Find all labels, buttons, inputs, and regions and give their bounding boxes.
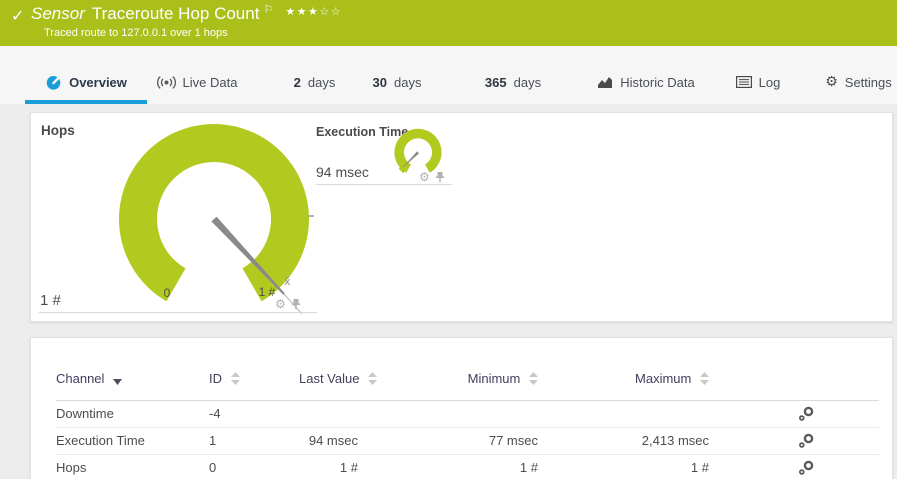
channel-last-value: 94 msec: [299, 427, 370, 455]
hops-gauge-title: Hops: [41, 123, 75, 138]
table-row: Downtime -4: [56, 400, 879, 428]
channel-last-value: 1 #: [299, 454, 370, 479]
tab-live-data[interactable]: Live Data: [147, 60, 247, 104]
execution-time-current-value: 94 msec: [316, 164, 369, 180]
channel-id: -4: [209, 400, 299, 428]
channel-gear-icon[interactable]: ⚙: [275, 298, 286, 310]
sort-icon: [529, 372, 538, 386]
hops-current-value: 1 #: [40, 292, 61, 309]
tab-historic-data[interactable]: Historic Data: [592, 60, 700, 104]
column-header-id[interactable]: ID: [209, 358, 299, 401]
channel-maximum: 2,413 msec: [550, 427, 721, 455]
channel-gear-icon[interactable]: ⚙: [419, 171, 430, 183]
pin-icon[interactable]: [291, 298, 301, 310]
channel-maximum: [550, 400, 721, 428]
channel-settings-icon[interactable]: [798, 459, 815, 476]
status-ok-icon: ✓: [11, 6, 25, 25]
priority-stars[interactable]: ★★★☆☆: [285, 5, 342, 18]
channel-name: Hops: [56, 454, 209, 479]
channel-settings-icon[interactable]: [798, 432, 815, 449]
gauge-icon: [46, 75, 61, 90]
table-row: Hops 0 1 # 1 # 1 #: [56, 454, 879, 479]
channel-minimum: [370, 400, 550, 428]
channels-table: Channel ID Last Value Minimum Maximum Do…: [56, 358, 879, 479]
overview-gauges-panel: Hops x̄ 0 1 # 1 # ⚙ Execution Time 94 ms…: [30, 112, 893, 322]
tab-365-days[interactable]: 365 days: [467, 60, 559, 104]
hops-scale-min: 0: [163, 286, 171, 300]
column-header-actions: [721, 358, 879, 401]
page-title: Traceroute Hop Count: [91, 4, 260, 23]
execution-gauge-actions: ⚙: [419, 171, 445, 183]
channels-panel: Channel ID Last Value Minimum Maximum Do…: [30, 337, 893, 479]
area-chart-icon: [598, 76, 613, 88]
channel-minimum: 77 msec: [370, 427, 550, 455]
pin-icon[interactable]: [435, 171, 445, 183]
column-header-last-value[interactable]: Last Value: [299, 358, 378, 401]
channel-maximum: 1 #: [550, 454, 721, 479]
sort-icon: [230, 372, 240, 386]
tab-settings-label: Settings: [844, 74, 892, 90]
tab-2-days[interactable]: 2 days: [277, 60, 352, 104]
column-header-maximum[interactable]: Maximum: [550, 358, 721, 401]
column-header-channel[interactable]: Channel: [56, 358, 209, 401]
table-row: Execution Time 1 94 msec 77 msec 2,413 m…: [56, 427, 879, 455]
tab-log-label: Log: [758, 74, 781, 90]
live-signal-icon: [156, 75, 176, 89]
tab-log[interactable]: Log: [727, 60, 789, 104]
sensor-subtitle: Traced route to 127.0.0.1 over 1 hops: [44, 27, 228, 39]
hops-gauge-actions: ⚙: [275, 298, 301, 310]
sort-desc-icon: [113, 379, 123, 386]
tab-live-data-label: Live Data: [182, 74, 238, 90]
tab-30-days[interactable]: 30 days: [357, 60, 437, 104]
hops-gauge-divider: [39, 312, 317, 313]
sort-icon: [368, 372, 378, 386]
execution-gauge-divider: [316, 184, 452, 185]
sort-icon: [700, 372, 709, 386]
channel-name: Downtime: [56, 400, 209, 428]
gear-icon: ⚙: [825, 74, 838, 90]
sensor-kind-label: Sensor: [31, 4, 85, 23]
tab-historic-label: Historic Data: [620, 74, 695, 90]
tab-settings[interactable]: ⚙ Settings: [820, 60, 897, 104]
channel-name: Execution Time: [56, 427, 209, 455]
channel-last-value: [299, 400, 370, 428]
column-header-minimum[interactable]: Minimum: [370, 358, 550, 401]
log-list-icon: [735, 76, 752, 88]
channel-id: 0: [209, 454, 299, 479]
table-header-row: Channel ID Last Value Minimum Maximum: [56, 358, 879, 401]
tab-overview-label: Overview: [69, 74, 127, 90]
channel-settings-icon[interactable]: [798, 405, 815, 422]
channel-id: 1: [209, 427, 299, 455]
tab-overview[interactable]: Overview: [25, 60, 147, 104]
sensor-header: ✓ Sensor Traceroute Hop Count ⚐ ★★★☆☆ Trace…: [0, 0, 897, 46]
flag-icon[interactable]: ⚐: [263, 3, 273, 16]
channel-minimum: 1 #: [370, 454, 550, 479]
tab-bar: Overview Live Data 2 days 30 days 365 days …: [0, 46, 897, 104]
